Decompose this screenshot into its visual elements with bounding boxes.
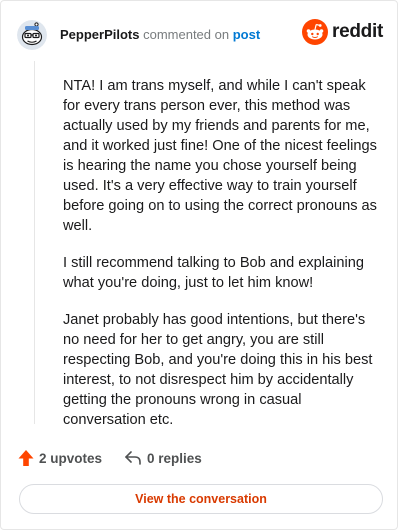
comment-header: PepperPilots commented on post reddit bbox=[17, 17, 383, 53]
username-link[interactable]: PepperPilots bbox=[60, 27, 139, 42]
commented-on-text: commented on bbox=[143, 27, 230, 42]
snoo-avatar-icon bbox=[17, 20, 47, 50]
user-avatar[interactable] bbox=[17, 20, 47, 50]
comment-paragraph: NTA! I am trans myself, and while I can'… bbox=[63, 78, 377, 234]
comment-body: NTA! I am trans myself, and while I can'… bbox=[63, 76, 381, 447]
view-conversation-button[interactable]: View the conversation bbox=[19, 484, 383, 514]
reddit-alien-icon bbox=[302, 19, 329, 45]
reply-arrow-icon bbox=[125, 451, 141, 465]
upvote-count: 2 upvotes bbox=[39, 450, 103, 466]
thread-line[interactable] bbox=[34, 61, 35, 424]
upvote-arrow-icon bbox=[18, 450, 34, 466]
upvote-button[interactable]: 2 upvotes bbox=[18, 449, 102, 467]
comment-actions: 2 upvotes 0 replies bbox=[18, 449, 202, 467]
reply-button[interactable]: 0 replies bbox=[124, 450, 202, 466]
reddit-logo[interactable]: reddit bbox=[302, 19, 383, 45]
comment-card: PepperPilots commented on post reddit NT… bbox=[0, 0, 398, 530]
reddit-wordmark: reddit bbox=[332, 21, 383, 42]
post-link[interactable]: post bbox=[233, 27, 260, 42]
comment-meta: PepperPilots commented on post bbox=[60, 27, 260, 43]
comment-paragraph: I still recommend talking to Bob and exp… bbox=[63, 255, 364, 291]
comment-paragraph: Janet probably has good intentions, but … bbox=[63, 312, 373, 428]
reply-count: 0 replies bbox=[147, 450, 202, 466]
